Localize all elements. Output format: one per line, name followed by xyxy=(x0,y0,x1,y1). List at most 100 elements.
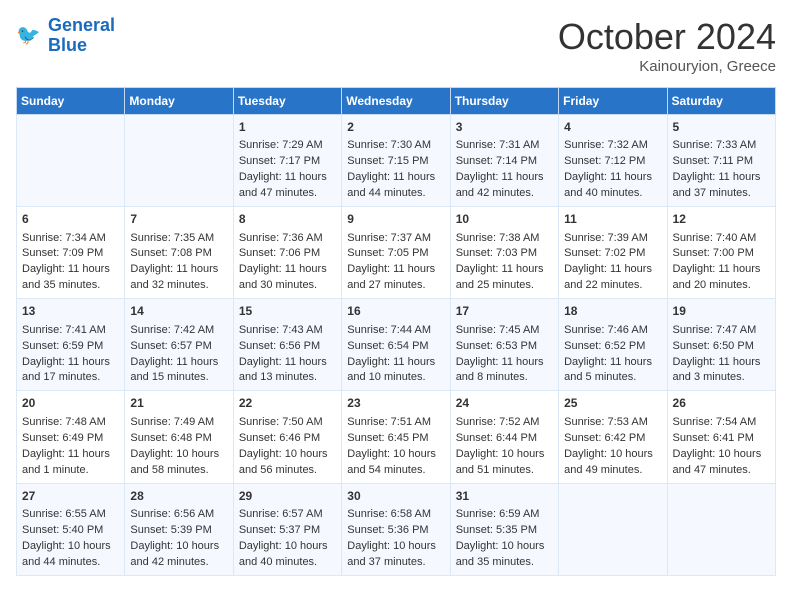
sunrise-text: Sunrise: 7:37 AM xyxy=(347,231,444,247)
day-number: 26 xyxy=(673,395,770,412)
calendar-cell: 2Sunrise: 7:30 AMSunset: 7:15 PMDaylight… xyxy=(342,115,450,207)
sunset-text: Sunset: 6:54 PM xyxy=(347,339,444,355)
day-header-tuesday: Tuesday xyxy=(233,88,341,115)
daylight-text: Daylight: 11 hours and 35 minutes. xyxy=(22,262,119,294)
day-number: 5 xyxy=(673,119,770,136)
sunset-text: Sunset: 6:56 PM xyxy=(239,339,336,355)
sunrise-text: Sunrise: 7:42 AM xyxy=(130,323,227,339)
sunrise-text: Sunrise: 7:41 AM xyxy=(22,323,119,339)
day-number: 25 xyxy=(564,395,661,412)
logo-blue: Blue xyxy=(48,36,115,56)
calendar-cell: 18 Sunrise: 7:46 AMSunset: 6:52 PMDayligh… xyxy=(559,299,667,391)
day-header-sunday: Sunday xyxy=(17,88,125,115)
sunrise-text: Sunrise: 7:48 AM xyxy=(22,415,119,431)
calendar-cell: 20Sunrise: 7:48 AMSunset: 6:49 PMDayligh… xyxy=(17,391,125,483)
calendar-cell: 13 Sunrise: 7:41 AMSunset: 6:59 PMDayligh… xyxy=(17,299,125,391)
logo-text: General Blue xyxy=(48,16,115,56)
sunset-text: Sunset: 7:05 PM xyxy=(347,246,444,262)
sunrise-text: Sunrise: 7:47 AM xyxy=(673,323,770,339)
sunset-text: Sunset: 7:00 PM xyxy=(673,246,770,262)
calendar-cell: 22Sunrise: 7:50 AMSunset: 6:46 PMDayligh… xyxy=(233,391,341,483)
sunset-text: Sunset: 6:41 PM xyxy=(673,431,770,447)
daylight-text: Daylight: 11 hours and 30 minutes. xyxy=(239,262,336,294)
calendar-cell: 11Sunrise: 7:39 AMSunset: 7:02 PMDayligh… xyxy=(559,207,667,299)
sunset-text: Sunset: 5:39 PM xyxy=(130,523,227,539)
daylight-text: Daylight: 11 hours and 22 minutes. xyxy=(564,262,661,294)
sunrise-text: Sunrise: 7:53 AM xyxy=(564,415,661,431)
daylight-text: Daylight: 11 hours and 10 minutes. xyxy=(347,355,444,387)
day-number: 28 xyxy=(130,488,227,505)
day-number: 29 xyxy=(239,488,336,505)
day-header-monday: Monday xyxy=(125,88,233,115)
daylight-text: Daylight: 11 hours and 5 minutes. xyxy=(564,355,661,387)
sunrise-text: Sunrise: 7:40 AM xyxy=(673,231,770,247)
week-row-3: 13Sunrise: 7:41 AMSunset: 6:59 PMDayligh… xyxy=(17,299,776,391)
day-number: 18 xyxy=(564,303,661,320)
month-title: October 2024 xyxy=(558,16,776,58)
day-number: 12 xyxy=(673,211,770,228)
sunrise-text: Sunrise: 6:57 AM xyxy=(239,507,336,523)
day-number: 30 xyxy=(347,488,444,505)
sunrise-text: Sunrise: 6:56 AM xyxy=(130,507,227,523)
sunset-text: Sunset: 6:44 PM xyxy=(456,431,553,447)
sunset-text: Sunset: 7:06 PM xyxy=(239,246,336,262)
sunrise-text: Sunrise: 7:49 AM xyxy=(130,415,227,431)
day-number: 21 xyxy=(130,395,227,412)
sunset-text: Sunset: 7:14 PM xyxy=(456,154,553,170)
calendar-cell: 3Sunrise: 7:31 AMSunset: 7:14 PMDaylight… xyxy=(450,115,558,207)
calendar-cell: 17Sunrise: 7:45 AMSunset: 6:53 PMDayligh… xyxy=(450,299,558,391)
sunrise-text: Sunrise: 7:36 AM xyxy=(239,231,336,247)
calendar-cell: 1Sunrise: 7:29 AMSunset: 7:17 PMDaylight… xyxy=(233,115,341,207)
week-row-1: 1Sunrise: 7:29 AMSunset: 7:17 PMDaylight… xyxy=(17,115,776,207)
sunrise-text: Sunrise: 7:38 AM xyxy=(456,231,553,247)
calendar-cell: 8Sunrise: 7:36 AMSunset: 7:06 PMDaylight… xyxy=(233,207,341,299)
calendar-cell: 6Sunrise: 7:34 AMSunset: 7:09 PMDaylight… xyxy=(17,207,125,299)
header-row: SundayMondayTuesdayWednesdayThursdayFrid… xyxy=(17,88,776,115)
calendar-cell: 29 Sunrise: 6:57 AMSunset: 5:37 PMDayligh… xyxy=(233,483,341,575)
calendar-cell xyxy=(17,115,125,207)
calendar-cell: 5Sunrise: 7:33 AMSunset: 7:11 PMDaylight… xyxy=(667,115,775,207)
sunrise-text: Sunrise: 7:29 AM xyxy=(239,138,336,154)
day-number: 6 xyxy=(22,211,119,228)
sunrise-text: Sunrise: 6:59 AM xyxy=(456,507,553,523)
sunset-text: Sunset: 7:15 PM xyxy=(347,154,444,170)
daylight-text: Daylight: 10 hours and 58 minutes. xyxy=(130,447,227,479)
day-number: 15 xyxy=(239,303,336,320)
sunset-text: Sunset: 7:12 PM xyxy=(564,154,661,170)
day-number: 11 xyxy=(564,211,661,228)
logo: 🐦 General Blue xyxy=(16,16,115,56)
day-number: 13 xyxy=(22,303,119,320)
day-number: 23 xyxy=(347,395,444,412)
calendar-cell: 4Sunrise: 7:32 AMSunset: 7:12 PMDaylight… xyxy=(559,115,667,207)
sunrise-text: Sunrise: 7:39 AM xyxy=(564,231,661,247)
daylight-text: Daylight: 10 hours and 56 minutes. xyxy=(239,447,336,479)
calendar-cell xyxy=(667,483,775,575)
calendar-cell: 26Sunrise: 7:54 AMSunset: 6:41 PMDayligh… xyxy=(667,391,775,483)
sunrise-text: Sunrise: 7:50 AM xyxy=(239,415,336,431)
calendar-cell: 21Sunrise: 7:49 AMSunset: 6:48 PMDayligh… xyxy=(125,391,233,483)
sunset-text: Sunset: 7:03 PM xyxy=(456,246,553,262)
day-number: 2 xyxy=(347,119,444,136)
location: Kainouryion, Greece xyxy=(558,58,776,75)
calendar-cell: 12Sunrise: 7:40 AMSunset: 7:00 PMDayligh… xyxy=(667,207,775,299)
daylight-text: Daylight: 11 hours and 8 minutes. xyxy=(456,355,553,387)
calendar-cell: 25Sunrise: 7:53 AMSunset: 6:42 PMDayligh… xyxy=(559,391,667,483)
sunrise-text: Sunrise: 7:46 AM xyxy=(564,323,661,339)
sunset-text: Sunset: 6:52 PM xyxy=(564,339,661,355)
daylight-text: Daylight: 10 hours and 47 minutes. xyxy=(673,447,770,479)
daylight-text: Daylight: 11 hours and 3 minutes. xyxy=(673,355,770,387)
sunset-text: Sunset: 5:37 PM xyxy=(239,523,336,539)
sunrise-text: Sunrise: 7:45 AM xyxy=(456,323,553,339)
week-row-2: 6Sunrise: 7:34 AMSunset: 7:09 PMDaylight… xyxy=(17,207,776,299)
sunset-text: Sunset: 6:49 PM xyxy=(22,431,119,447)
sunset-text: Sunset: 7:17 PM xyxy=(239,154,336,170)
calendar-cell: 24Sunrise: 7:52 AMSunset: 6:44 PMDayligh… xyxy=(450,391,558,483)
logo-general: General xyxy=(48,15,115,35)
daylight-text: Daylight: 11 hours and 44 minutes. xyxy=(347,170,444,202)
sunset-text: Sunset: 7:09 PM xyxy=(22,246,119,262)
daylight-text: Daylight: 10 hours and 40 minutes. xyxy=(239,539,336,571)
calendar-cell: 31Sunrise: 6:59 AMSunset: 5:35 PMDayligh… xyxy=(450,483,558,575)
daylight-text: Daylight: 11 hours and 17 minutes. xyxy=(22,355,119,387)
sunset-text: Sunset: 6:50 PM xyxy=(673,339,770,355)
sunset-text: Sunset: 6:59 PM xyxy=(22,339,119,355)
